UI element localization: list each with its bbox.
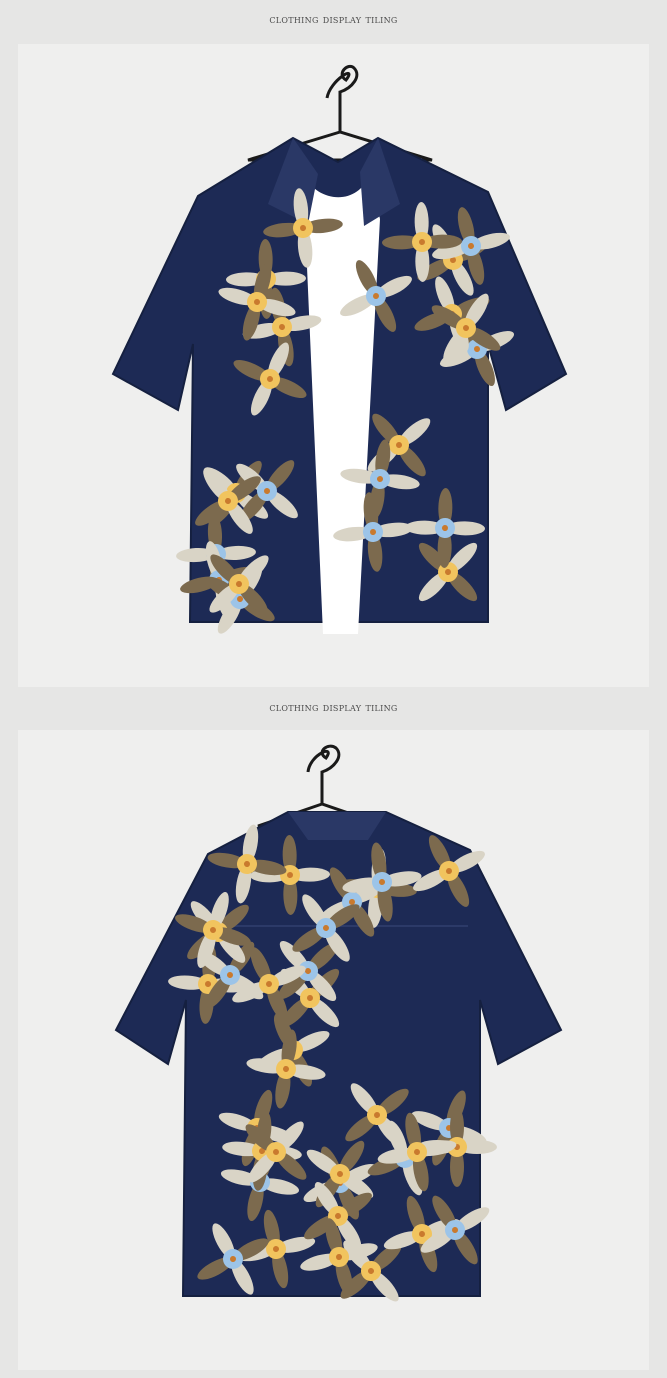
product-photo-back — [18, 730, 649, 1370]
front-view-section: CLOTHING DISPLAY TILING — [0, 0, 667, 690]
section-caption: CLOTHING DISPLAY TILING — [269, 700, 398, 714]
section-caption: CLOTHING DISPLAY TILING — [269, 12, 398, 26]
product-photo-front — [18, 44, 649, 687]
hanger-icon — [247, 65, 433, 162]
back-view-section: CLOTHING DISPLAY TILING — [0, 690, 667, 1378]
